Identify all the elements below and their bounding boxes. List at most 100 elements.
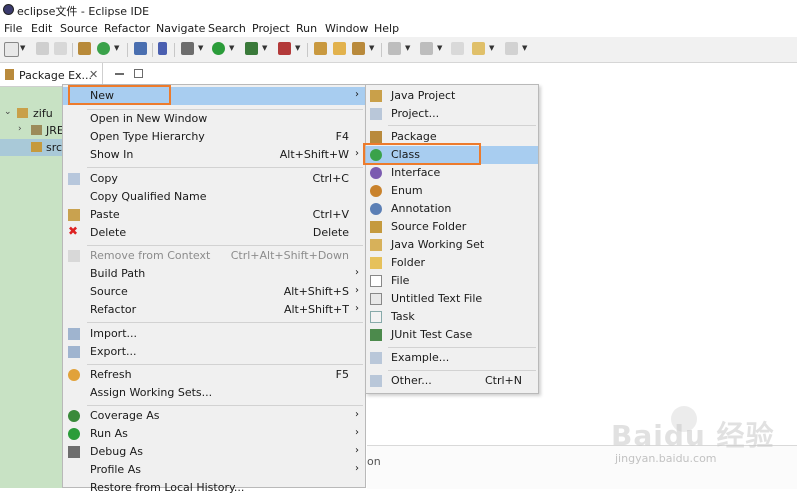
submenu-item-interface[interactable]: Interface xyxy=(366,164,538,182)
new-class-icon[interactable] xyxy=(97,42,110,55)
coverage-dropdown-icon[interactable]: ▼ xyxy=(262,44,267,52)
menu-item-import[interactable]: Import... xyxy=(63,325,365,343)
back-dropdown-icon[interactable]: ▼ xyxy=(489,44,494,52)
submenu-arrow-icon: › xyxy=(355,463,359,474)
source-folder-icon xyxy=(31,142,42,152)
chevron-down-icon[interactable]: ⌄ xyxy=(4,107,12,117)
baidu-watermark: Baidu 经验 jingyan.baidu.com xyxy=(611,406,791,476)
title-bar: eclipse文件 - Eclipse IDE xyxy=(0,0,797,19)
submenu-item-untitled-text-file[interactable]: Untitled Text File xyxy=(366,290,538,308)
menu-refactor[interactable]: Refactor xyxy=(104,22,150,35)
next-annotation-dropdown-icon[interactable]: ▼ xyxy=(405,44,410,52)
menu-item-source[interactable]: Source Alt+Shift+S › xyxy=(63,283,365,301)
menu-item-open-new-window[interactable]: Open in New Window xyxy=(63,110,365,128)
menu-item-copy-qualified-name[interactable]: Copy Qualified Name xyxy=(63,188,365,206)
menu-item-copy[interactable]: Copy Ctrl+C xyxy=(63,170,365,188)
submenu-item-java-project[interactable]: Java Project xyxy=(366,87,538,105)
menu-item-paste[interactable]: Paste Ctrl+V xyxy=(63,206,365,224)
menu-item-new[interactable]: New › xyxy=(63,87,365,105)
debug-dropdown-icon[interactable]: ▼ xyxy=(198,44,203,52)
minimize-icon[interactable] xyxy=(115,73,124,75)
menu-edit[interactable]: Edit xyxy=(31,22,52,35)
back-icon[interactable] xyxy=(472,42,485,55)
save-icon[interactable] xyxy=(36,42,49,55)
menu-item-open-type-hierarchy[interactable]: Open Type Hierarchy F4 xyxy=(63,128,365,146)
menu-item-coverage-as[interactable]: Coverage As › xyxy=(63,407,365,425)
search-icon[interactable] xyxy=(352,42,365,55)
coverage-icon[interactable] xyxy=(245,42,258,55)
submenu-item-file[interactable]: File xyxy=(366,272,538,290)
new-dropdown-icon[interactable]: ▼ xyxy=(20,44,25,52)
toggle-mark-icon[interactable] xyxy=(158,42,167,55)
submenu-item-class[interactable]: Class xyxy=(366,146,538,164)
menu-item-build-path[interactable]: Build Path › xyxy=(63,265,365,283)
submenu-item-junit-test-case[interactable]: JUnit Test Case xyxy=(366,326,538,344)
eclipse-logo-icon xyxy=(3,4,14,15)
submenu-item-enum[interactable]: Enum xyxy=(366,182,538,200)
menu-item-refresh[interactable]: Refresh F5 xyxy=(63,366,365,384)
menu-item-run-as[interactable]: Run As › xyxy=(63,425,365,443)
menu-item-export[interactable]: Export... xyxy=(63,343,365,361)
menu-search[interactable]: Search xyxy=(208,22,246,35)
forward-dropdown-icon[interactable]: ▼ xyxy=(522,44,527,52)
menu-source[interactable]: Source xyxy=(60,22,98,35)
tab-package-explorer[interactable]: Package Ex... ✕ xyxy=(0,63,103,86)
submenu-item-example[interactable]: Example... xyxy=(366,349,538,367)
menu-window[interactable]: Window xyxy=(325,22,368,35)
menu-item-restore-local-history[interactable]: Restore from Local History... xyxy=(63,479,365,497)
submenu-item-package[interactable]: Package xyxy=(366,128,538,146)
menu-separator xyxy=(388,370,536,371)
junit-icon xyxy=(370,329,382,341)
submenu-item-annotation[interactable]: Annotation xyxy=(366,200,538,218)
previous-annotation-icon[interactable] xyxy=(420,42,433,55)
new-icon[interactable] xyxy=(4,42,19,57)
forward-icon[interactable] xyxy=(505,42,518,55)
previous-annotation-dropdown-icon[interactable]: ▼ xyxy=(437,44,442,52)
menu-file[interactable]: File xyxy=(4,22,22,35)
menu-item-label: JUnit Test Case xyxy=(391,328,473,341)
open-type-icon[interactable] xyxy=(78,42,91,55)
menu-item-debug-as[interactable]: Debug As › xyxy=(63,443,365,461)
external-tools-icon[interactable] xyxy=(278,42,291,55)
run-dropdown-icon[interactable]: ▼ xyxy=(229,44,234,52)
chevron-right-icon[interactable]: › xyxy=(18,124,22,134)
console-icon[interactable] xyxy=(134,42,147,55)
submenu-item-other[interactable]: Other... Ctrl+N xyxy=(366,372,538,390)
tree-item-src[interactable]: src xyxy=(0,139,63,156)
menu-item-refactor[interactable]: Refactor Alt+Shift+T › xyxy=(63,301,365,319)
new-package-icon[interactable] xyxy=(314,42,327,55)
external-tools-dropdown-icon[interactable]: ▼ xyxy=(295,44,300,52)
run-icon[interactable] xyxy=(212,42,225,55)
text-file-icon xyxy=(370,293,382,305)
submenu-item-java-working-set[interactable]: Java Working Set xyxy=(366,236,538,254)
menu-item-label: Project... xyxy=(391,107,440,120)
submenu-item-task[interactable]: Task xyxy=(366,308,538,326)
menu-run[interactable]: Run xyxy=(296,22,317,35)
save-all-icon[interactable] xyxy=(54,42,67,55)
new-class-dropdown-icon[interactable]: ▼ xyxy=(114,44,119,52)
maximize-icon[interactable] xyxy=(134,69,143,78)
last-edit-icon[interactable] xyxy=(451,42,464,55)
submenu-arrow-icon: › xyxy=(355,89,359,100)
tree-item-jre[interactable]: › JRE xyxy=(0,122,64,139)
menu-item-label: Refactor xyxy=(90,303,137,316)
menu-help[interactable]: Help xyxy=(374,22,399,35)
submenu-item-project[interactable]: Project... xyxy=(366,105,538,123)
tab-label: Package Ex... xyxy=(19,69,93,82)
next-annotation-icon[interactable] xyxy=(388,42,401,55)
menu-item-profile-as[interactable]: Profile As › xyxy=(63,461,365,479)
menu-item-label: Debug As xyxy=(90,445,143,458)
menu-item-delete[interactable]: ✖ Delete Delete xyxy=(63,224,365,242)
submenu-item-source-folder[interactable]: Source Folder xyxy=(366,218,538,236)
menu-project[interactable]: Project xyxy=(252,22,290,35)
open-folder-icon[interactable] xyxy=(333,42,346,55)
submenu-item-folder[interactable]: Folder xyxy=(366,254,538,272)
close-icon[interactable]: ✕ xyxy=(89,68,98,81)
tree-item-zifu[interactable]: ⌄ zifu xyxy=(0,105,63,122)
debug-icon[interactable] xyxy=(181,42,194,55)
menu-item-show-in[interactable]: Show In Alt+Shift+W › xyxy=(63,146,365,164)
menu-item-assign-working-sets[interactable]: Assign Working Sets... xyxy=(63,384,365,402)
search-dropdown-icon[interactable]: ▼ xyxy=(369,44,374,52)
copy-icon xyxy=(68,173,80,185)
menu-navigate[interactable]: Navigate xyxy=(156,22,205,35)
